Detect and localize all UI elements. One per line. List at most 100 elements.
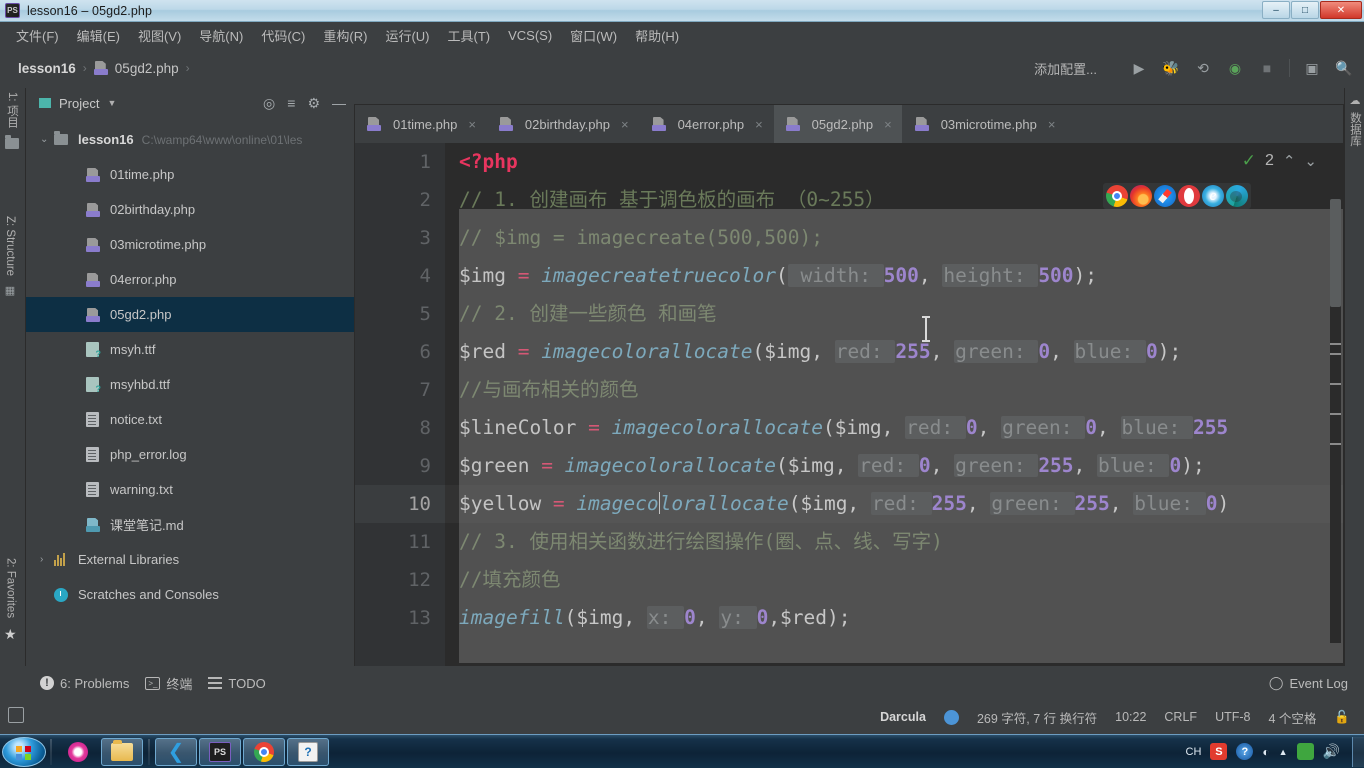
code-line[interactable]: //与画布相关的颜色 <box>445 371 1343 409</box>
safari-icon[interactable] <box>1154 185 1176 207</box>
code-line[interactable]: $img = imagecreatetruecolor( width: 500,… <box>445 257 1343 295</box>
code-line[interactable]: $lineColor = imagecolorallocate($img, re… <box>445 409 1343 447</box>
line-number[interactable]: 13 <box>355 599 445 637</box>
line-number[interactable]: 11 <box>355 523 445 561</box>
ime-indicator[interactable]: CH <box>1186 746 1202 758</box>
collapse-all-icon[interactable]: ≡ <box>287 95 295 111</box>
tool-window-problems[interactable]: ! 6: Problems <box>40 676 129 691</box>
chrome-taskbar-icon[interactable] <box>243 737 285 766</box>
sogou-icon[interactable]: S <box>1210 743 1228 760</box>
chevron-down-icon[interactable]: ⌄ <box>40 134 54 145</box>
write-lock-icon[interactable]: 🔓 <box>1334 710 1350 725</box>
line-number[interactable]: 3 <box>355 219 445 257</box>
opera-icon[interactable] <box>1178 185 1200 207</box>
ie-icon[interactable]: e <box>1202 185 1224 207</box>
tree-node[interactable]: notice.txt <box>26 402 354 437</box>
tree-node[interactable]: ⌄ lesson16 C:\wamp64\www\online\01\les <box>26 122 354 157</box>
status-caret-position[interactable]: 10:22 <box>1115 710 1146 724</box>
tree-node[interactable]: 02birthday.php <box>26 192 354 227</box>
tool-window-structure[interactable]: Z: Structure ▦ <box>4 216 16 297</box>
menu-item-8[interactable]: VCS(S) <box>500 25 560 46</box>
menu-item-2[interactable]: 视图(V) <box>130 23 189 48</box>
menu-item-0[interactable]: 文件(F) <box>8 23 67 48</box>
chevron-right-icon[interactable]: › <box>40 554 54 565</box>
menu-item-7[interactable]: 工具(T) <box>439 23 498 48</box>
show-hidden-icons-icon[interactable]: ▲ <box>1279 747 1288 757</box>
line-number[interactable]: 9 <box>355 447 445 485</box>
previous-highlight-icon[interactable]: ⌃ <box>1283 152 1296 170</box>
tree-node[interactable]: 课堂笔记.md <box>26 507 354 542</box>
chevron-down-icon[interactable]: ▼ <box>107 98 116 108</box>
layout-icon[interactable]: ▣ <box>1302 58 1322 78</box>
status-lock-area[interactable] <box>8 706 24 728</box>
editor-tab-1[interactable]: 02birthday.php × <box>487 105 640 143</box>
maximize-button[interactable]: □ <box>1291 1 1319 19</box>
start-orb-icon[interactable] <box>2 736 46 767</box>
menu-item-4[interactable]: 代码(C) <box>253 23 313 48</box>
editor-tab-0[interactable]: 01time.php × <box>355 105 487 143</box>
line-number[interactable]: 7 <box>355 371 445 409</box>
code-line[interactable]: //填充颜色 <box>445 561 1343 599</box>
minimize-button[interactable]: – <box>1262 1 1290 19</box>
code-line[interactable]: $green = imagecolorallocate($img, red: 0… <box>445 447 1343 485</box>
tree-node[interactable]: 04error.php <box>26 262 354 297</box>
wamp-icon[interactable] <box>1296 743 1314 760</box>
code-line[interactable]: <?php <box>445 143 1343 181</box>
code-editor[interactable]: 1 2 3 4 5 6 7 8 9 10 11 12 13 <?php// 1. 创建画布 基于调色板的… <box>355 143 1343 667</box>
code-line[interactable]: imagefill($img, x: 0, y: 0,$red); <box>445 599 1343 637</box>
tree-node[interactable]: 01time.php <box>26 157 354 192</box>
explorer-taskbar-icon[interactable] <box>101 737 143 766</box>
firefox-icon[interactable] <box>1130 185 1152 207</box>
chrome-icon[interactable] <box>1106 185 1128 207</box>
ie-taskbar-icon[interactable] <box>57 738 99 766</box>
browser-launch-popup[interactable]: e <box>1103 183 1251 209</box>
close-icon[interactable]: × <box>1048 117 1056 132</box>
code-line[interactable]: // 2. 创建一些颜色 和画笔 <box>445 295 1343 333</box>
vscode-taskbar-icon[interactable]: ❮ <box>155 737 197 766</box>
close-icon[interactable]: × <box>755 117 763 132</box>
code-content[interactable]: <?php // 1. 创建画布 基于调色板的画布 （0~255） // $img … <box>445 143 1343 667</box>
menu-item-3[interactable]: 导航(N) <box>191 23 251 48</box>
menu-item-1[interactable]: 编辑(E) <box>69 23 128 48</box>
stop-icon[interactable]: ■ <box>1257 58 1277 78</box>
tool-window-database[interactable]: ☁ 数据库 <box>1347 94 1363 147</box>
editor-scrollbar-thumb[interactable] <box>1330 199 1341 307</box>
show-desktop-button[interactable] <box>1352 736 1364 767</box>
close-icon[interactable]: × <box>468 117 476 132</box>
code-line[interactable]: // $img = imagecreate(500,500); <box>445 219 1343 257</box>
tool-window-todo[interactable]: TODO <box>208 676 266 691</box>
search-everywhere-icon[interactable]: 🔍 <box>1334 58 1354 78</box>
status-line-separator[interactable]: CRLF <box>1164 710 1197 724</box>
run-coverage-icon[interactable]: ⟲ <box>1193 58 1213 78</box>
tree-node[interactable]: 03microtime.php <box>26 227 354 262</box>
tree-node[interactable]: msyh.ttf <box>26 332 354 367</box>
menu-item-10[interactable]: 帮助(H) <box>627 23 687 48</box>
tree-node[interactable]: › External Libraries <box>26 542 354 577</box>
settings-icon[interactable]: ⚙ <box>307 95 320 112</box>
tree-node[interactable]: warning.txt <box>26 472 354 507</box>
run-icon[interactable]: ▶ <box>1129 58 1149 78</box>
menu-item-9[interactable]: 窗口(W) <box>562 23 625 48</box>
menu-item-5[interactable]: 重构(R) <box>315 23 375 48</box>
breadcrumb-item-project[interactable]: lesson16 <box>18 61 76 76</box>
menu-item-6[interactable]: 运行(U) <box>377 23 437 48</box>
close-icon[interactable]: × <box>621 117 629 132</box>
line-number[interactable]: 6 <box>355 333 445 371</box>
debug-icon[interactable]: 🐝 <box>1161 58 1181 78</box>
tool-window-favorites[interactable]: 2: Favorites ★ <box>4 558 17 643</box>
help-taskbar-icon[interactable]: ? <box>287 737 329 766</box>
editor-tab-3[interactable]: 05gd2.php × <box>773 105 903 143</box>
line-number[interactable]: 10 <box>355 485 445 523</box>
profile-icon[interactable]: ◉ <box>1225 58 1245 78</box>
line-number[interactable]: 12 <box>355 561 445 599</box>
tool-window-project[interactable]: 1: 项目 <box>4 92 20 149</box>
locate-icon[interactable]: ◎ <box>263 95 275 112</box>
line-number[interactable]: 8 <box>355 409 445 447</box>
inspection-widget[interactable]: ✓ 2 ⌃ ⌄ <box>1242 151 1317 171</box>
next-highlight-icon[interactable]: ⌄ <box>1304 152 1317 170</box>
line-number[interactable]: 4 <box>355 257 445 295</box>
status-theme[interactable]: Darcula <box>880 710 926 724</box>
hide-icon[interactable]: — <box>332 95 346 111</box>
tool-window-terminal[interactable]: >_ 终端 <box>145 674 192 693</box>
lock-icon[interactable] <box>8 706 24 723</box>
